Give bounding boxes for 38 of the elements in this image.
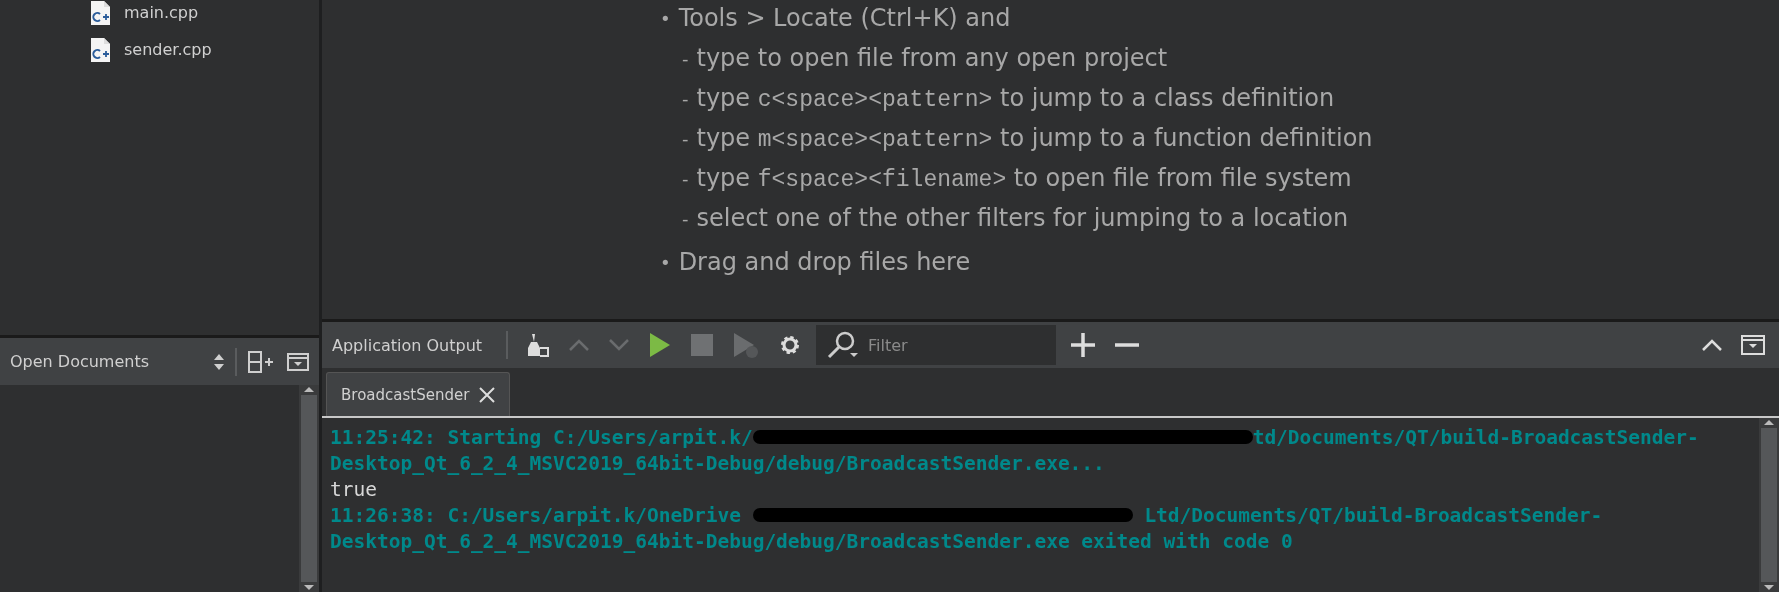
hint-text: type c<space><pattern> to jump to a class definition: [696, 83, 1335, 113]
bullet-marker: •: [660, 7, 671, 29]
cpp-file-icon: [90, 36, 112, 63]
file-name[interactable]: main.cpp: [124, 3, 199, 22]
scroll-down-icon[interactable]: [303, 584, 315, 592]
hint-text: Drag and drop files here: [678, 248, 971, 276]
dash-marker: -: [682, 127, 689, 149]
dash-marker: -: [682, 207, 689, 229]
output-text: Desktop_Qt_6_2_4_MSVC2019_64bit-Debug/debug/BroadcastSender.exe...: [330, 451, 1105, 475]
dash-marker: -: [682, 87, 689, 109]
pane-title: Application Output: [332, 335, 483, 355]
output-text: td/Documents/QT/build-BroadcastSender-: [1252, 425, 1699, 449]
output-text: true: [330, 477, 377, 501]
hint-text: Tools > Locate (Ctrl+K) and: [678, 4, 1011, 32]
filter-input[interactable]: Filter: [866, 334, 1031, 356]
bullet-marker: •: [660, 251, 671, 273]
panel-selector[interactable]: Open Documents: [10, 352, 203, 371]
hint-text: type f<space><filename> to open file from file system: [696, 163, 1352, 193]
scrollbar[interactable]: [1759, 418, 1779, 592]
scroll-up-icon[interactable]: [1763, 418, 1775, 426]
hint-text: type m<space><pattern> to jump to a function definition: [696, 123, 1373, 153]
file-name[interactable]: sender.cpp: [124, 40, 212, 59]
output-text: Desktop_Qt_6_2_4_MSVC2019_64bit-Debug/debug/BroadcastSender.exe exited with code 0: [330, 529, 1293, 553]
hint-text: type to open file from any open project: [696, 44, 1168, 72]
search-icon: [826, 331, 861, 359]
output-text: 11:25:42: Starting C:/Users/arpit.k/: [330, 425, 753, 449]
output-text: 11:26:38: C:/Users/arpit.k/OneDrive: [330, 503, 742, 527]
close-icon[interactable]: [479, 386, 496, 403]
scrollbar[interactable]: [299, 385, 319, 592]
cpp-file-icon: [90, 0, 112, 26]
scroll-down-icon[interactable]: [1763, 584, 1775, 592]
dash-marker: -: [682, 47, 689, 69]
hint-text: select one of the other filters for jumping to a location: [696, 204, 1349, 232]
output-text: Ltd/Documents/QT/build-BroadcastSender-: [1143, 503, 1603, 527]
output-tab[interactable]: BroadcastSender: [326, 372, 511, 416]
dropdown-icon[interactable]: [287, 352, 309, 371]
filter-field[interactable]: Filter: [816, 325, 1057, 365]
dash-marker: -: [682, 167, 689, 189]
